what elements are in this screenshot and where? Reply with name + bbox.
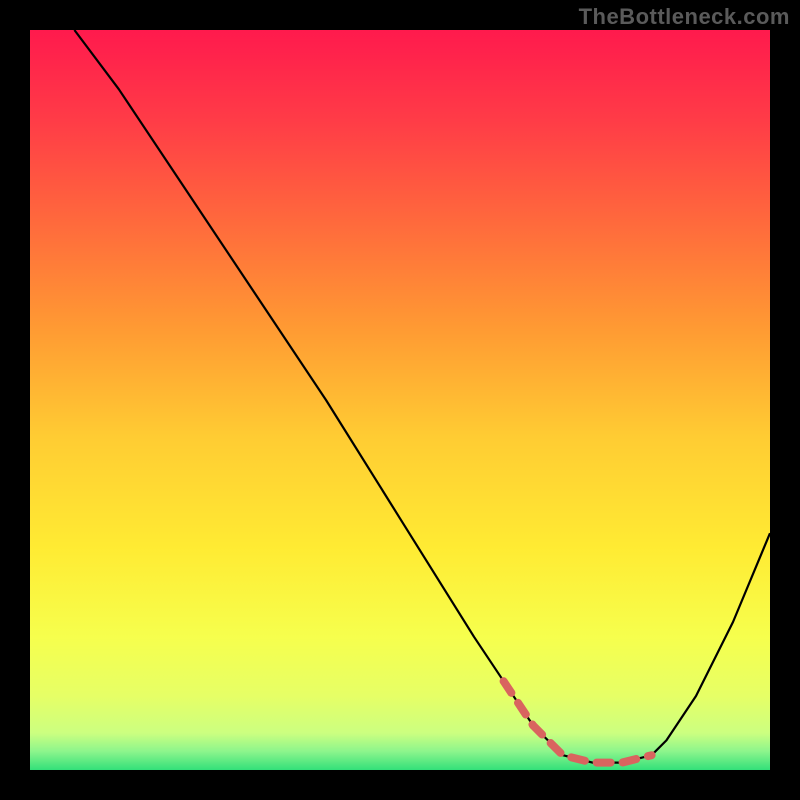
watermark-text: TheBottleneck.com (579, 4, 790, 30)
chart-container: TheBottleneck.com (0, 0, 800, 800)
bottleneck-chart (0, 0, 800, 800)
plot-background (30, 30, 770, 770)
